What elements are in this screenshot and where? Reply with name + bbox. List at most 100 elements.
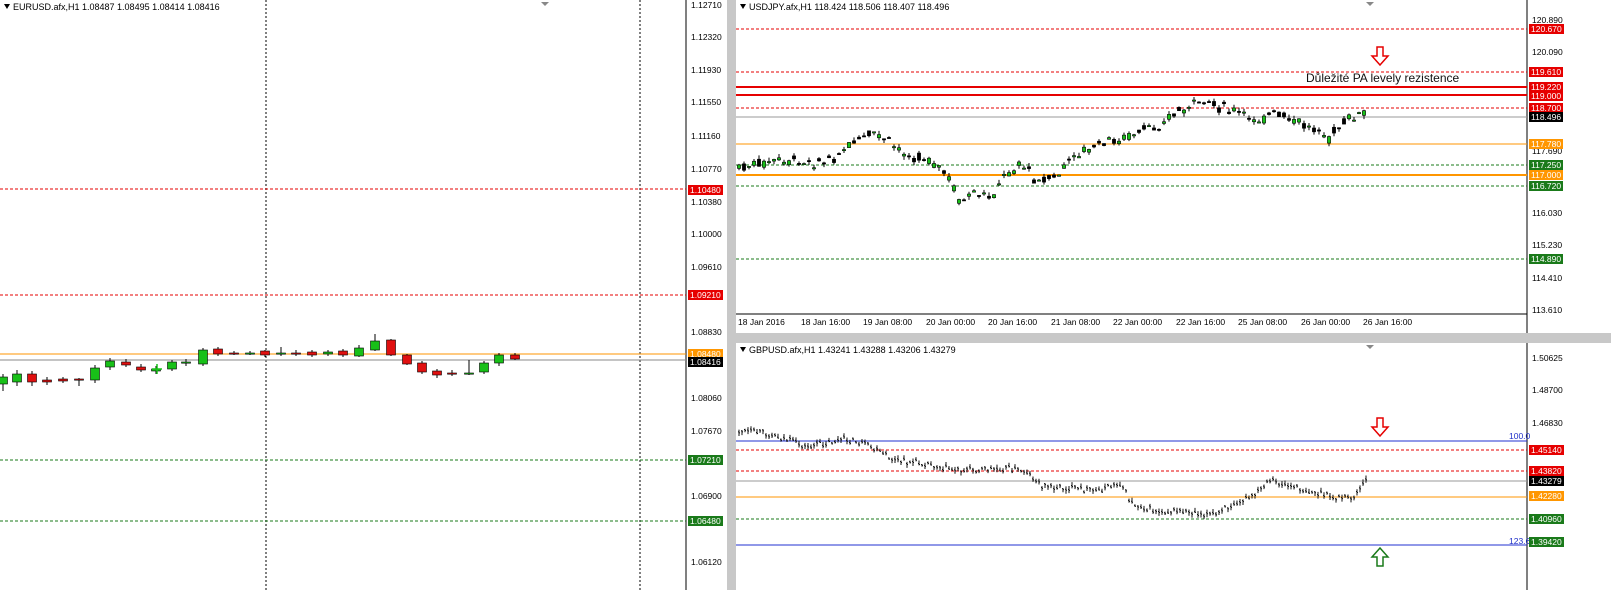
candle-body <box>757 158 761 167</box>
price-label: 1.46830 <box>1532 418 1563 428</box>
candle-body <box>1307 125 1311 128</box>
candle-body <box>987 195 991 199</box>
candle-body <box>1187 106 1191 109</box>
candle-body <box>1122 134 1126 140</box>
candle-body <box>1142 125 1146 130</box>
candle-body <box>1172 113 1176 117</box>
usdjpy-chart-title: USDJPY.afx,H1 118.424 118.506 118.407 11… <box>740 2 949 12</box>
candle-body <box>464 372 474 375</box>
price-label: 1.11160 <box>691 131 721 141</box>
candle-body <box>245 352 255 355</box>
candle-body <box>1067 158 1071 161</box>
price-label: 113.610 <box>1532 305 1563 315</box>
candle-body <box>907 155 911 158</box>
candle-body <box>1337 127 1341 130</box>
candle-body <box>1027 166 1031 169</box>
candle-body <box>1012 170 1016 174</box>
chart-shift-marker-icon <box>541 2 549 6</box>
candle-body <box>260 350 270 356</box>
eurusd-chart-canvas[interactable] <box>0 0 727 590</box>
down-arrow-icon <box>1370 46 1390 67</box>
candle-body <box>1042 176 1046 183</box>
candle-body <box>877 134 881 139</box>
candle-body <box>1107 137 1111 140</box>
candle-body <box>90 367 100 381</box>
price-label: 1.08830 <box>691 327 722 337</box>
candle-body <box>1057 174 1061 177</box>
chart-shift-marker-icon <box>1366 2 1374 6</box>
candle-body <box>997 183 1001 186</box>
candle-body <box>1342 118 1346 125</box>
candle-body <box>1277 111 1281 118</box>
gbpusd-chart-window[interactable]: GBPUSD.afx,H1 1.43241 1.43288 1.43206 1.… <box>736 343 1611 590</box>
candle-body <box>857 136 861 140</box>
candle-body <box>942 170 946 174</box>
candle-body <box>947 176 951 181</box>
candle-body <box>1247 117 1251 120</box>
candle-body <box>897 147 901 151</box>
price-label: 1.12320 <box>691 32 722 42</box>
candle-body <box>962 199 966 202</box>
candle-body <box>862 135 866 138</box>
candle-body <box>276 352 286 355</box>
gbpusd-chart-title: GBPUSD.afx,H1 1.43241 1.43288 1.43206 1.… <box>740 345 956 355</box>
time-label: 20 Jan 00:00 <box>926 317 976 327</box>
candle-body <box>74 378 84 381</box>
candle-body <box>510 354 520 360</box>
price-label: 1.07670 <box>691 426 722 436</box>
candle-body <box>58 378 68 382</box>
candle-body <box>1322 135 1326 138</box>
candle-body <box>1267 112 1271 115</box>
candle-body <box>27 373 37 383</box>
candle-body <box>1192 99 1196 102</box>
candle-body <box>802 163 806 166</box>
candle-body <box>1282 112 1286 118</box>
candle-body <box>917 152 921 161</box>
dropdown-triangle-icon <box>740 4 746 9</box>
resistance-level-tag: 119.610 <box>1529 67 1564 77</box>
candle-body <box>927 157 931 164</box>
current-price-tag: 1.43279 <box>1529 476 1564 486</box>
candle-body <box>494 354 504 364</box>
gbpusd-chart-canvas[interactable] <box>736 343 1611 590</box>
fibonacci-level-label: 123.6 <box>1509 536 1531 546</box>
candle-body <box>402 354 412 365</box>
candle-body <box>842 149 846 152</box>
candle-body <box>782 161 786 165</box>
candle-body <box>1132 134 1136 137</box>
time-label: 22 Jan 16:00 <box>1176 317 1226 327</box>
time-label: 19 Jan 08:00 <box>863 317 913 327</box>
price-label: 114.410 <box>1532 273 1563 283</box>
price-label: 1.10000 <box>691 229 722 239</box>
candle-body <box>792 155 796 160</box>
candle-body <box>1177 106 1181 112</box>
candle-body <box>370 340 380 351</box>
candle-body <box>1167 114 1171 120</box>
time-label: 18 Jan 2016 <box>738 317 785 327</box>
usdjpy-chart-canvas[interactable] <box>736 0 1611 333</box>
price-label: 1.09610 <box>691 262 722 272</box>
candle-body <box>747 166 751 168</box>
time-label: 20 Jan 16:00 <box>988 317 1038 327</box>
up-arrow-icon <box>1370 546 1390 567</box>
candle-body <box>1347 114 1351 120</box>
candle-body <box>1077 156 1081 159</box>
time-label: 26 Jan 00:00 <box>1301 317 1351 327</box>
candle-body <box>992 194 996 198</box>
candle-body <box>847 142 851 148</box>
candle-body <box>1207 101 1211 103</box>
price-label: 115.230 <box>1532 240 1563 250</box>
candle-body <box>1072 155 1076 158</box>
candle-body <box>1037 179 1041 182</box>
candle-body <box>1352 119 1356 122</box>
eurusd-chart-window[interactable]: EURUSD.afx,H1 1.08487 1.08495 1.08414 1.… <box>0 0 727 590</box>
candle-body <box>1017 161 1021 166</box>
candle-body <box>1232 107 1236 112</box>
candle-body <box>1112 139 1116 144</box>
dropdown-triangle-icon <box>740 347 746 352</box>
eurusd-chart-title: EURUSD.afx,H1 1.08487 1.08495 1.08414 1.… <box>4 2 220 12</box>
candle-body <box>105 360 115 368</box>
usdjpy-chart-window[interactable]: USDJPY.afx,H1 118.424 118.506 118.407 11… <box>736 0 1611 333</box>
candle-body <box>1147 125 1151 128</box>
price-label: 120.090 <box>1532 47 1563 57</box>
